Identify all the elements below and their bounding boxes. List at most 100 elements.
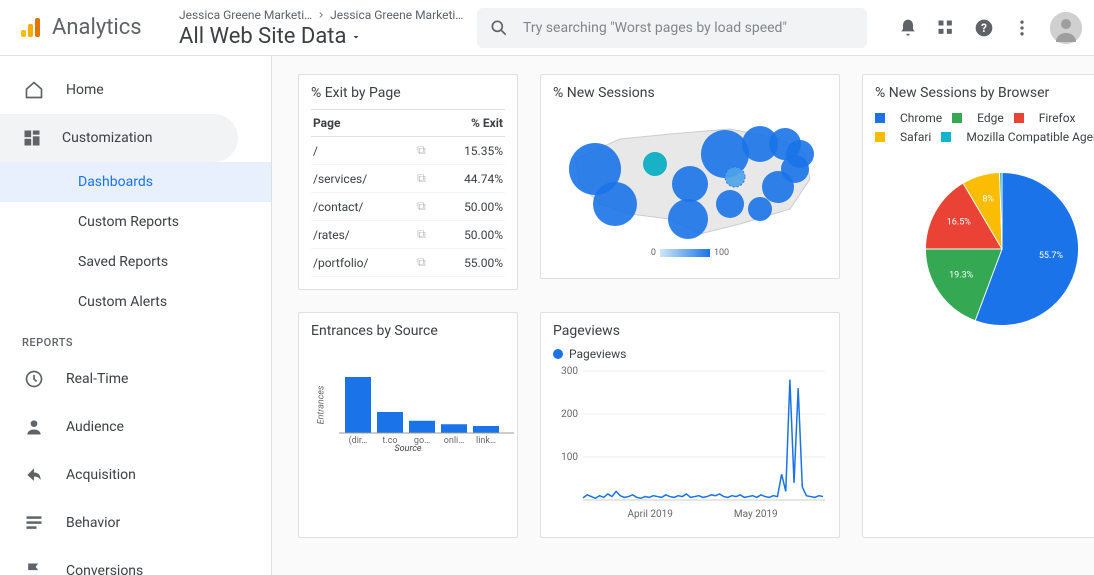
nav-label: Real-Time <box>66 371 128 387</box>
sidebar: Home Customization Dashboards Custom Rep… <box>0 56 272 575</box>
svg-text:link…: link… <box>476 436 496 446</box>
search-icon <box>489 18 509 38</box>
card-sessions-by-browser: % New Sessions by Browser Chrome Edge Fire… <box>862 74 1094 538</box>
svg-text:300: 300 <box>561 366 578 377</box>
breadcrumb-property: Jessica Greene Marketi… <box>330 8 463 22</box>
bell-icon[interactable] <box>898 18 918 38</box>
dot-icon <box>553 349 563 359</box>
more-vert-icon[interactable] <box>1012 18 1032 38</box>
home-icon <box>22 80 46 100</box>
nav-label: Custom Reports <box>78 214 179 230</box>
caret-down-icon <box>350 31 362 43</box>
card-title: % New Sessions <box>553 85 827 101</box>
card-title: % Exit by Page <box>311 85 505 101</box>
avatar[interactable] <box>1050 12 1082 44</box>
swatch-icon <box>941 132 951 142</box>
legend-item[interactable]: Safari <box>875 128 931 146</box>
table-row[interactable]: /services/⧉44.74% <box>311 165 505 193</box>
swatch-icon <box>875 113 885 123</box>
nav-home[interactable]: Home <box>0 66 271 114</box>
apps-icon[interactable] <box>936 18 956 38</box>
table-row[interactable]: /contact/⧉50.00% <box>311 193 505 221</box>
table-row[interactable]: /rates/⧉50.00% <box>311 221 505 249</box>
nav-conversions[interactable]: Conversions <box>0 547 271 575</box>
nav-acquisition[interactable]: Acquisition <box>0 451 271 499</box>
col-exit[interactable]: % Exit <box>435 110 505 137</box>
legend-item[interactable]: Edge <box>952 109 1004 127</box>
link-icon[interactable]: ⧉ <box>407 165 435 193</box>
us-map[interactable] <box>560 109 820 244</box>
card-title: Pageviews <box>553 323 827 339</box>
svg-text:May 2019: May 2019 <box>734 509 778 520</box>
nav-saved-reports[interactable]: Saved Reports <box>0 242 271 282</box>
bar-chart[interactable]: (dir…t.cogo…onli…link…200100 <box>339 351 519 451</box>
x-axis-label: Source <box>394 444 421 454</box>
dashboard-content: % Exit by Page Page % Exit /⧉15.35%/serv… <box>272 56 1094 575</box>
breadcrumb-account: Jessica Greene Marketi… <box>179 8 312 22</box>
property-selector[interactable]: Jessica Greene Marketi… Jessica Greene M… <box>173 8 473 48</box>
table-row[interactable]: /portfolio/⧉55.00% <box>311 249 505 277</box>
svg-text:55.7%: 55.7% <box>1039 251 1064 261</box>
clock-icon <box>22 369 46 389</box>
nav-label: Conversions <box>66 563 143 575</box>
app-name: Analytics <box>52 15 142 40</box>
card-new-sessions-map: % New Sessions <box>540 74 840 279</box>
flag-icon <box>22 561 46 575</box>
breadcrumb: Jessica Greene Marketi… Jessica Greene M… <box>179 8 473 22</box>
card-pageviews: Pageviews Pageviews 300 200 100 April 2019 M… <box>540 312 840 538</box>
link-icon[interactable]: ⧉ <box>407 221 435 249</box>
person-icon <box>22 417 46 437</box>
link-icon[interactable]: ⧉ <box>407 249 435 277</box>
nav-custom-alerts[interactable]: Custom Alerts <box>0 282 271 322</box>
nav-dashboards[interactable]: Dashboards <box>0 162 271 202</box>
nav-label: Behavior <box>66 515 120 531</box>
svg-text:?: ? <box>981 21 987 35</box>
nav-customization[interactable]: Customization <box>0 114 238 162</box>
swatch-icon <box>1014 113 1024 123</box>
link-icon[interactable]: ⧉ <box>407 137 435 165</box>
chevron-right-icon <box>316 10 326 20</box>
exit-cell: 15.35% <box>435 137 505 165</box>
map-scale: 0 100 <box>651 248 729 258</box>
nav-custom-reports[interactable]: Custom Reports <box>0 202 271 242</box>
search-placeholder: Try searching "Worst pages by load speed… <box>523 20 787 36</box>
swatch-icon <box>875 132 885 142</box>
svg-text:100: 100 <box>561 452 578 463</box>
page-cell: / <box>311 137 407 165</box>
nav-behavior[interactable]: Behavior <box>0 499 271 547</box>
nav-label: Acquisition <box>66 467 136 483</box>
avatar-image <box>1050 12 1082 44</box>
link-icon[interactable]: ⧉ <box>407 193 435 221</box>
exit-cell: 50.00% <box>435 193 505 221</box>
help-icon[interactable]: ? <box>974 18 994 38</box>
svg-text:19.3%: 19.3% <box>949 270 974 280</box>
topbar: Analytics Jessica Greene Marketi… Jessic… <box>0 0 1094 56</box>
view-name: All Web Site Data <box>179 26 473 48</box>
legend-item[interactable]: Chrome <box>875 109 942 127</box>
nav-label: Saved Reports <box>78 254 168 270</box>
logo[interactable]: Analytics <box>18 15 173 40</box>
pie-legend: Chrome Edge Firefox Safari Mozilla Compatibl… <box>875 109 1094 147</box>
search-bar[interactable]: Try searching "Worst pages by load speed… <box>477 8 867 48</box>
page-cell: /rates/ <box>311 221 407 249</box>
svg-text:April 2019: April 2019 <box>628 509 673 520</box>
legend-item[interactable]: Firefox <box>1014 109 1076 127</box>
pie-chart[interactable]: 55.7%19.3%16.5%8% <box>912 159 1092 339</box>
nav-audience[interactable]: Audience <box>0 403 271 451</box>
svg-text:16.5%: 16.5% <box>947 217 972 227</box>
page-cell: /portfolio/ <box>311 249 407 277</box>
card-title: % New Sessions by Browser <box>875 85 1094 101</box>
page-cell: /services/ <box>311 165 407 193</box>
series-legend: Pageviews <box>553 347 827 361</box>
list-icon <box>22 513 46 533</box>
nav-label: Audience <box>66 419 124 435</box>
exit-cell: 55.00% <box>435 249 505 277</box>
legend-item[interactable]: Mozilla Compatible Agent <box>941 128 1094 146</box>
col-page[interactable]: Page <box>311 110 407 137</box>
card-exit-by-page: % Exit by Page Page % Exit /⧉15.35%/serv… <box>298 74 518 290</box>
line-chart[interactable]: 300 200 100 April 2019 May 2019 <box>553 365 829 525</box>
table-row[interactable]: /⧉15.35% <box>311 137 505 165</box>
svg-text:(dir…: (dir… <box>349 435 368 446</box>
svg-text:200: 200 <box>561 409 578 420</box>
nav-realtime[interactable]: Real-Time <box>0 355 271 403</box>
